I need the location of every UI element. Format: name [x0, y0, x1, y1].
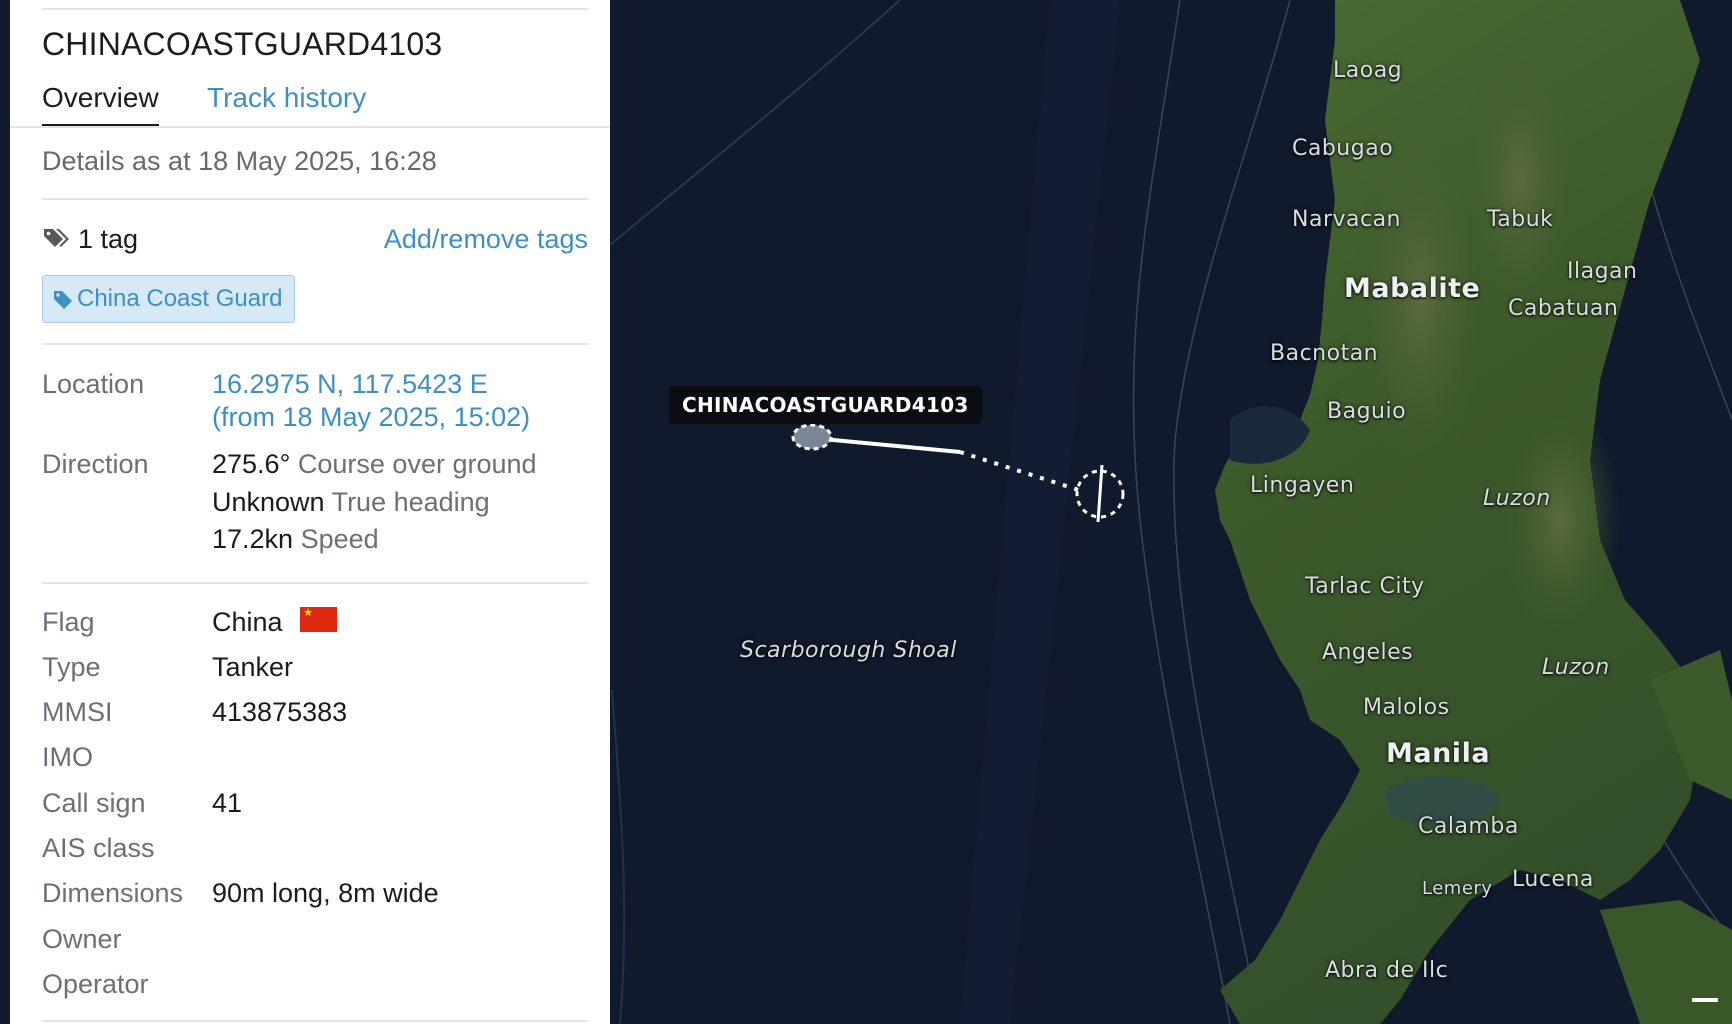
add-remove-tags-link[interactable]: Add/remove tags	[384, 224, 588, 255]
map-vessel-label[interactable]: CHINACOASTGUARD4103	[669, 386, 982, 424]
map-place-label: Luzon	[1542, 655, 1610, 680]
map-place-label: Lemery	[1422, 878, 1493, 899]
divider	[42, 8, 588, 10]
map-place-label: Mabalite	[1344, 273, 1481, 304]
ais-class-label: AIS class	[42, 833, 155, 863]
dimensions-value: 90m long, 8m wide	[212, 878, 439, 908]
map-place-label-scarborough: Scarborough Shoal	[740, 638, 957, 663]
location-timestamp-link[interactable]: (from 18 May 2025, 15:02)	[212, 402, 530, 433]
map-place-label: Tabuk	[1487, 207, 1554, 232]
call-sign-value: 41	[212, 788, 243, 818]
flag-label: Flag	[42, 607, 95, 637]
tag-chip[interactable]: China Coast Guard	[42, 275, 296, 323]
vessel-title: CHINACOASTGUARD4103	[42, 26, 443, 62]
type-label: Type	[42, 652, 101, 682]
details-timestamp: Details as at 18 May 2025, 16:28	[42, 146, 437, 176]
divider	[42, 1020, 588, 1022]
tag-count: 1 tag	[78, 224, 139, 254]
divider	[42, 198, 588, 200]
direction-label: Direction	[42, 449, 149, 479]
location-coordinates-link[interactable]: 16.2975 N, 117.5423 E	[212, 369, 488, 400]
tab-overview[interactable]: Overview	[42, 82, 159, 114]
mmsi-value: 413875383	[212, 697, 348, 727]
map-place-label: Lingayen	[1250, 473, 1355, 498]
mmsi-label: MMSI	[42, 697, 113, 727]
course-value: 275.6°	[212, 449, 291, 479]
operator-label: Operator	[42, 969, 149, 999]
map-place-label: Cabugao	[1292, 136, 1394, 161]
course-sub-label: Course over ground	[297, 449, 537, 479]
zoom-out-button[interactable]	[1692, 998, 1718, 1002]
course-over-ground: 275.6° Course over ground	[212, 449, 537, 480]
speed-sub-label: Speed	[300, 524, 379, 554]
speed: 17.2kn Speed	[212, 524, 379, 555]
tag-icon	[54, 291, 72, 309]
map-place-label: Abra de Ilc	[1325, 958, 1449, 983]
heading-sub-label: True heading	[331, 487, 490, 517]
divider	[42, 343, 588, 345]
map-place-label: Ilagan	[1567, 259, 1638, 284]
speed-value: 17.2kn	[212, 524, 294, 554]
tag-chip-label: China Coast Guard	[77, 285, 283, 312]
map-place-label: Angeles	[1322, 640, 1414, 665]
divider	[10, 126, 610, 128]
map-place-label: Narvacan	[1292, 207, 1402, 232]
map-place-label: Bacnotan	[1270, 341, 1379, 366]
vessel-details-panel: CHINACOASTGUARD4103 Overview Track histo…	[10, 0, 610, 1024]
map-place-label: Malolos	[1363, 695, 1450, 720]
vessel-marker	[791, 423, 833, 451]
heading-value: Unknown	[212, 487, 325, 517]
map-place-label: Manila	[1386, 738, 1491, 769]
location-label: Location	[42, 369, 145, 399]
imo-label: IMO	[42, 742, 93, 772]
map-place-label: Calamba	[1418, 814, 1519, 839]
owner-label: Owner	[42, 924, 122, 954]
map-place-label: Laoag	[1333, 58, 1403, 83]
tab-track-history[interactable]: Track history	[207, 82, 366, 114]
divider	[42, 582, 588, 584]
map-place-label: Lucena	[1512, 867, 1594, 892]
tags-icon	[42, 226, 72, 255]
dimensions-label: Dimensions	[42, 878, 184, 908]
flag-country: China	[212, 607, 283, 637]
map-place-label: Baguio	[1327, 399, 1407, 424]
true-heading: Unknown True heading	[212, 487, 490, 518]
map-place-label: Tarlac City	[1305, 574, 1425, 599]
call-sign-label: Call sign	[42, 788, 146, 818]
map-place-label: Luzon	[1483, 486, 1551, 511]
china-flag-icon: ★	[300, 607, 338, 632]
flag-value: China ★	[212, 607, 338, 638]
type-value: Tanker	[212, 652, 294, 682]
map-place-label: Cabatuan	[1508, 296, 1619, 321]
